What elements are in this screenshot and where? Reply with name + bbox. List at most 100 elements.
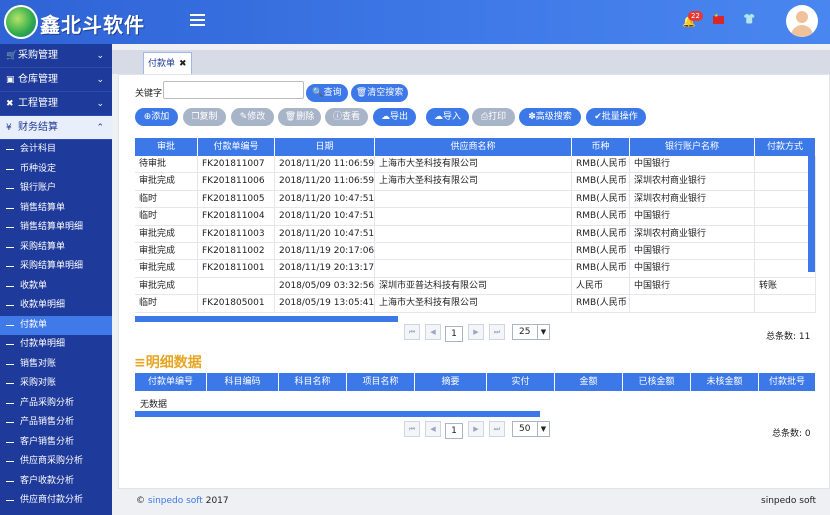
current-page[interactable]: 1 bbox=[445, 326, 463, 342]
view-button[interactable]: ⓘ查看 bbox=[325, 108, 368, 126]
table-row[interactable]: 临时 FK201811004 2018/11/20 10:47:51 RMB(人民币中… bbox=[135, 208, 816, 226]
sidebar-item-accounts[interactable]: 会计科目 bbox=[0, 140, 112, 160]
column-header[interactable]: 付款方式 bbox=[755, 138, 816, 156]
table-cell: 2018/11/20 10:47:51 bbox=[275, 208, 375, 226]
detail-column-header[interactable]: 未核金额 bbox=[691, 373, 759, 391]
sidebar-item-receipt-detail[interactable]: 收款单明细 bbox=[0, 296, 112, 316]
theme-shirt-icon[interactable]: 👕 bbox=[743, 14, 755, 25]
table-cell: 2018/05/19 13:05:41 bbox=[275, 295, 375, 313]
column-header[interactable]: 审批 bbox=[135, 138, 198, 156]
table-row[interactable]: 临时 FK201805001 2018/05/19 13:05:41 上海市大圣科技有… bbox=[135, 295, 816, 313]
sidebar-item-purchase-settlement[interactable]: 采购结算单 bbox=[0, 238, 112, 258]
table-row[interactable]: 临时 FK201811005 2018/11/20 10:47:51 RMB(人民币深… bbox=[135, 190, 816, 209]
tab-payment[interactable]: 付款单 ✖ bbox=[143, 52, 192, 74]
advanced-search-button[interactable]: ✽高级搜索 bbox=[519, 108, 581, 126]
sidebar-item-product-purchase-analysis[interactable]: 产品采购分析 bbox=[0, 394, 112, 414]
sidebar-item-sales-settlement-detail[interactable]: 销售结算单明细 bbox=[0, 218, 112, 238]
detail-horizontal-scrollbar[interactable] bbox=[135, 411, 540, 417]
page-size-select[interactable]: 50 ▼ bbox=[512, 421, 550, 437]
table-cell: 审批完成 bbox=[135, 173, 198, 191]
sidebar-item-supplier-purchase-analysis[interactable]: 供应商采购分析 bbox=[0, 452, 112, 472]
table-cell: 2018/11/20 10:47:51 bbox=[275, 190, 375, 209]
detail-column-header[interactable]: 金额 bbox=[555, 373, 623, 391]
delete-button[interactable]: 🗑删除 bbox=[278, 108, 321, 126]
chevron-down-icon: ⌄ bbox=[96, 51, 104, 61]
column-header[interactable]: 付款单编号 bbox=[198, 138, 275, 156]
sidebar-item-payment-detail[interactable]: 付款单明细 bbox=[0, 335, 112, 355]
keyword-input[interactable] bbox=[163, 81, 304, 99]
horizontal-scrollbar[interactable] bbox=[135, 316, 398, 322]
first-page-icon[interactable]: ⏮ bbox=[404, 324, 420, 340]
table-row[interactable]: 审批完成 FK201811002 2018/11/19 20:17:06 RMB(人民… bbox=[135, 243, 816, 261]
table-row[interactable]: 审批完成 2018/05/09 03:32:56 深圳市亚普达科技有限公司 人民币 中国… bbox=[135, 277, 816, 296]
query-button[interactable]: 🔍查询 bbox=[306, 84, 348, 102]
sidebar-group-purchase[interactable]: 🛒采购管理 ⌄ bbox=[0, 44, 112, 68]
table-cell bbox=[755, 225, 816, 243]
detail-column-header[interactable]: 实付 bbox=[487, 373, 555, 391]
batch-label: 批量操作 bbox=[601, 112, 638, 122]
sidebar-item-payment[interactable]: 付款单 bbox=[0, 315, 112, 335]
sidebar-item-currency[interactable]: 币种设定 bbox=[0, 160, 112, 180]
detail-column-header[interactable]: 付款批号 bbox=[759, 373, 816, 391]
detail-column-header[interactable]: 已核金额 bbox=[623, 373, 691, 391]
table-row[interactable]: 待审批 FK201811007 2018/11/20 11:06:59 上海市大圣科技… bbox=[135, 156, 816, 174]
sidebar-item-sales-reconcile[interactable]: 销售对账 bbox=[0, 355, 112, 375]
money-icon: ¥ bbox=[6, 123, 12, 133]
top-header: 鑫北斗软件 🔔 22 👕 bbox=[0, 0, 830, 44]
edit-button[interactable]: ✎修改 bbox=[231, 108, 274, 126]
sidebar-item-receipt[interactable]: 收款单 bbox=[0, 277, 112, 297]
last-page-icon[interactable]: ⏭ bbox=[489, 324, 505, 340]
sidebar-group-finance[interactable]: ¥ 财务结算 ⌃ bbox=[0, 116, 112, 140]
detail-title-text: 明细数据 bbox=[145, 355, 202, 371]
table-row[interactable]: 审批完成 FK201811001 2018/11/19 20:13:17 RMB(人民… bbox=[135, 260, 816, 278]
table-cell: FK201811006 bbox=[198, 173, 275, 191]
column-header[interactable]: 银行账户名称 bbox=[630, 138, 755, 156]
print-button[interactable]: ⎙打印 bbox=[472, 108, 515, 126]
cloud-upload-icon: ☁ bbox=[380, 112, 390, 122]
add-button[interactable]: ⊕添加 bbox=[135, 108, 178, 126]
user-avatar[interactable] bbox=[786, 5, 818, 37]
clear-search-button[interactable]: 🗑清空搜索 bbox=[351, 84, 408, 102]
import-button[interactable]: ☁导入 bbox=[426, 108, 469, 126]
table-cell: FK201811004 bbox=[198, 208, 275, 226]
detail-column-header[interactable]: 项目名称 bbox=[347, 373, 415, 391]
printer-icon: ⎙ bbox=[480, 112, 489, 122]
prev-page-icon[interactable]: ◀ bbox=[425, 421, 441, 437]
prev-page-icon[interactable]: ◀ bbox=[425, 324, 441, 340]
language-flag-icon[interactable] bbox=[713, 13, 724, 24]
close-icon[interactable]: ✖ bbox=[179, 59, 187, 69]
last-page-icon[interactable]: ⏭ bbox=[489, 421, 505, 437]
export-label: 导出 bbox=[389, 112, 408, 122]
sidebar-item-customer-sales-analysis[interactable]: 客户销售分析 bbox=[0, 433, 112, 453]
company-link[interactable]: sinpedo soft bbox=[148, 496, 203, 506]
page-size-select[interactable]: 25 ▼ bbox=[512, 324, 550, 340]
sidebar-group-project[interactable]: ✖ 工程管理 ⌄ bbox=[0, 92, 112, 116]
sidebar-item-sales-settlement[interactable]: 销售结算单 bbox=[0, 199, 112, 219]
column-header[interactable]: 供应商名称 bbox=[375, 138, 572, 156]
table-cell bbox=[375, 260, 572, 278]
next-page-icon[interactable]: ▶ bbox=[468, 421, 484, 437]
vertical-scrollbar[interactable] bbox=[808, 156, 815, 272]
column-header[interactable]: 币种 bbox=[572, 138, 630, 156]
column-header[interactable]: 日期 bbox=[275, 138, 375, 156]
first-page-icon[interactable]: ⏮ bbox=[404, 421, 420, 437]
sidebar-item-customer-receipt-analysis[interactable]: 客户收款分析 bbox=[0, 472, 112, 492]
detail-column-header[interactable]: 科目名称 bbox=[279, 373, 347, 391]
sidebar-item-product-sales-analysis[interactable]: 产品销售分析 bbox=[0, 413, 112, 433]
sidebar-item-purchase-settlement-detail[interactable]: 采购结算单明细 bbox=[0, 257, 112, 277]
sidebar-item-supplier-payment-analysis[interactable]: 供应商付款分析 bbox=[0, 491, 112, 511]
table-row[interactable]: 审批完成 FK201811006 2018/11/20 11:06:59 上海市大圣科… bbox=[135, 173, 816, 191]
sidebar-group-warehouse[interactable]: ▣ 仓库管理 ⌄ bbox=[0, 68, 112, 92]
detail-column-header[interactable]: 科目编码 bbox=[207, 373, 279, 391]
table-row[interactable]: 审批完成 FK201811003 2018/11/20 10:47:51 RMB(人民… bbox=[135, 225, 816, 243]
export-button[interactable]: ☁导出 bbox=[373, 108, 416, 126]
detail-column-header[interactable]: 付款单编号 bbox=[135, 373, 207, 391]
next-page-icon[interactable]: ▶ bbox=[468, 324, 484, 340]
sidebar-item-purchase-reconcile[interactable]: 采购对账 bbox=[0, 374, 112, 394]
batch-operation-button[interactable]: ✔批量操作 bbox=[586, 108, 646, 126]
detail-column-header[interactable]: 摘要 bbox=[415, 373, 487, 391]
copy-button[interactable]: ❐复制 bbox=[183, 108, 226, 126]
current-page[interactable]: 1 bbox=[445, 423, 463, 439]
menu-toggle-icon[interactable] bbox=[190, 14, 205, 26]
sidebar-item-bank-account[interactable]: 银行账户 bbox=[0, 179, 112, 199]
